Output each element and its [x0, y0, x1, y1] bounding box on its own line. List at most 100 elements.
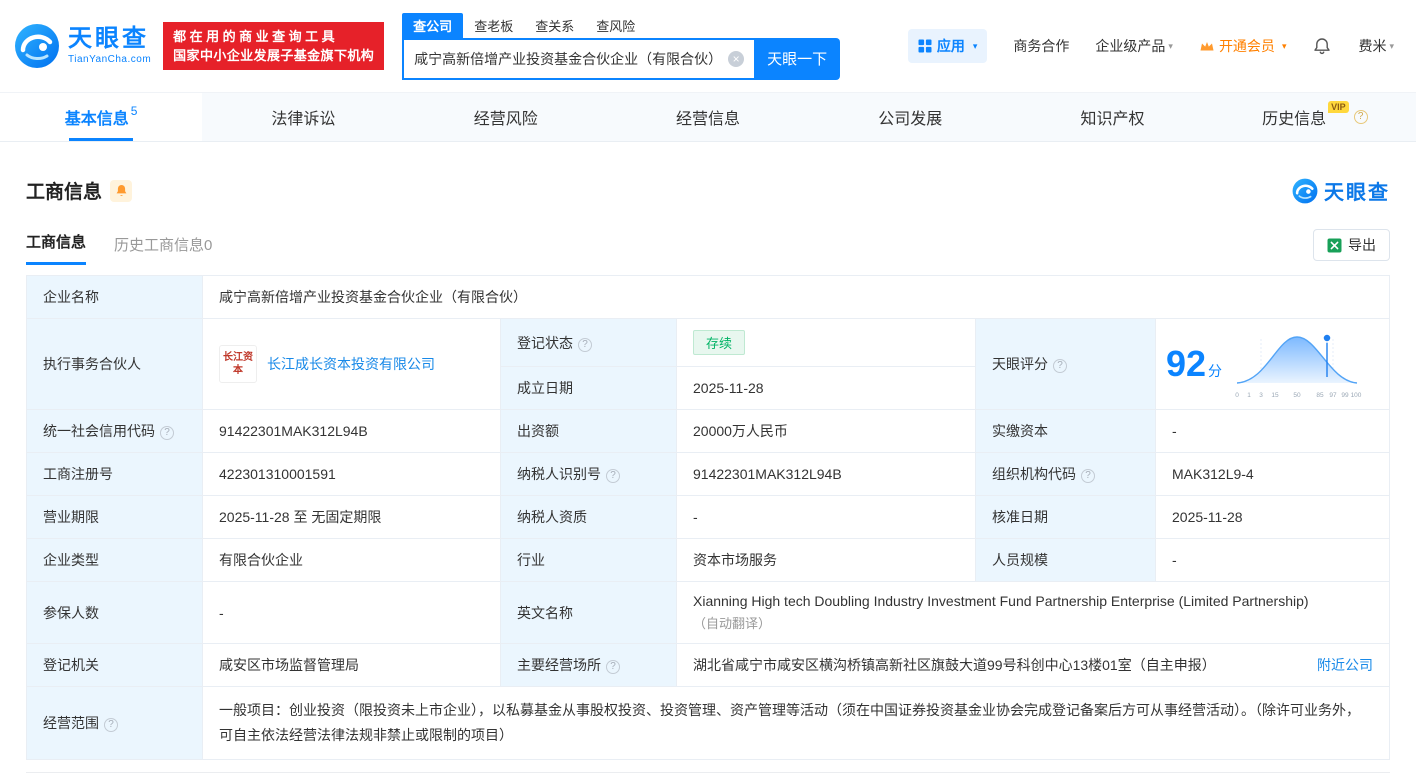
- subtab-history-count: 0: [204, 237, 213, 254]
- tab-operating-risk-label: 经营风险: [473, 111, 538, 128]
- tianyancha-logo[interactable]: 天眼查 TianYanCha.com: [14, 23, 151, 69]
- search-tab-boss[interactable]: 查老板: [463, 13, 524, 38]
- business-scope-text: 一般项目：创业投资（限投资未上市企业），以私募基金从事股权投资、投资管理、资产管…: [219, 702, 1360, 743]
- user-menu[interactable]: 费米 ▾: [1358, 36, 1394, 56]
- enterprise-products-menu[interactable]: 企业级产品 ▾: [1095, 36, 1173, 56]
- help-icon[interactable]: ?: [1353, 110, 1368, 124]
- establish-date-value: 2025-11-28: [676, 366, 976, 410]
- table-row: 工商注册号 422301310001591 纳税人识别号? 91422301MA…: [26, 452, 1390, 496]
- help-icon[interactable]: ?: [1053, 359, 1067, 373]
- tab-company-development[interactable]: 公司发展: [809, 93, 1011, 141]
- approve-date-label: 核准日期: [975, 495, 1156, 539]
- search-tab-company[interactable]: 查公司: [402, 12, 464, 38]
- table-row: 营业期限 2025-11-28 至 无固定期限 纳税人资质 - 核准日期 202…: [26, 495, 1390, 539]
- export-button[interactable]: 导出: [1313, 229, 1390, 261]
- subtab-history-business-info[interactable]: 历史工商信息0: [114, 234, 212, 265]
- tianyancha-logo-icon: [15, 24, 59, 68]
- enterprise-products-label: 企业级产品: [1095, 38, 1166, 54]
- svg-text:1: 1: [1247, 392, 1251, 399]
- subscribe-bell-icon[interactable]: [110, 179, 133, 202]
- search-tabs: 查公司 查老板 查关系 查风险: [402, 12, 840, 38]
- subtab-history-label: 历史工商信息: [114, 237, 205, 254]
- partner-company-link[interactable]: 长江成长资本投资有限公司: [267, 354, 435, 374]
- staff-size-label: 人员规模: [975, 538, 1156, 582]
- partner-label: 执行事务合伙人: [26, 318, 203, 410]
- nearby-companies-link[interactable]: 附近公司: [1317, 655, 1373, 675]
- address-label: 主要经营场所?: [500, 643, 677, 687]
- clear-icon[interactable]: ×: [728, 50, 745, 67]
- score-value: 92 分 0 1 3 15 50 85 97 99 100: [1155, 318, 1390, 410]
- auto-translate-note: （自动翻译）: [693, 616, 772, 631]
- svg-text:3: 3: [1259, 392, 1263, 399]
- search-input[interactable]: [402, 37, 755, 80]
- company-name-value: 咸宁高新倍增产业投资基金合伙企业（有限合伙）: [202, 275, 1390, 319]
- crown-icon: [1200, 42, 1214, 51]
- tianyancha-watermark: 天眼查: [1292, 176, 1390, 205]
- score-number: 92 分: [1166, 343, 1223, 384]
- industry-value: 资本市场服务: [676, 538, 976, 582]
- help-icon[interactable]: ?: [1081, 469, 1095, 483]
- search-tab-relation[interactable]: 查关系: [524, 13, 585, 38]
- tab-basic-info[interactable]: 基本信息 5: [0, 93, 203, 141]
- subtab-business-info[interactable]: 工商信息: [26, 231, 87, 265]
- vip-upgrade-link[interactable]: 开通会员 ▾: [1199, 36, 1286, 56]
- uscc-value: 91422301MAK312L94B: [202, 409, 501, 453]
- tab-operating-risk[interactable]: 经营风险: [405, 93, 607, 141]
- watermark-text: 天眼查: [1324, 182, 1390, 204]
- user-name: 费米: [1358, 38, 1387, 54]
- address-text: 湖北省咸宁市咸安区横沟桥镇高新社区旗鼓大道99号科创中心13楼01室（自主申报）: [693, 657, 1216, 673]
- english-name-text: Xianning High tech Doubling Industry Inv…: [693, 593, 1309, 609]
- tab-operating-info-label: 经营信息: [675, 111, 740, 128]
- tab-legal-litigation-label: 法律诉讼: [271, 111, 336, 128]
- english-name-label: 英文名称: [500, 581, 677, 644]
- export-label: 导出: [1348, 237, 1376, 253]
- tab-company-development-label: 公司发展: [878, 111, 943, 128]
- company-name-label: 企业名称: [26, 275, 203, 319]
- taxqual-value: -: [676, 495, 976, 539]
- help-icon[interactable]: ?: [606, 660, 620, 674]
- tab-operating-info[interactable]: 经营信息: [607, 93, 809, 141]
- chevron-down-icon: ▾: [1168, 40, 1173, 51]
- apps-menu[interactable]: 应用 ▾: [907, 29, 988, 63]
- subtab-row: 工商信息 历史工商信息0 导出: [26, 229, 1390, 265]
- notification-bell-icon[interactable]: [1312, 36, 1332, 56]
- svg-text:15: 15: [1271, 392, 1279, 399]
- tab-intellectual-property[interactable]: 知识产权: [1011, 93, 1213, 141]
- help-icon[interactable]: ?: [578, 337, 592, 352]
- establish-date-label: 成立日期: [500, 366, 677, 410]
- main-nav: 基本信息 5 法律诉讼 经营风险 经营信息 公司发展 知识产权 历史信息 VIP…: [0, 92, 1416, 142]
- help-icon[interactable]: ?: [606, 469, 620, 483]
- business-scope-label: 经营范围?: [26, 686, 203, 760]
- tab-legal-litigation[interactable]: 法律诉讼: [202, 93, 404, 141]
- svg-text:0: 0: [1235, 392, 1239, 399]
- authority-label: 登记机关: [26, 643, 203, 687]
- paid-capital-label: 实缴资本: [975, 409, 1156, 453]
- tab-history-info-label: 历史信息: [1262, 111, 1327, 128]
- logo-brand: 天眼查: [68, 25, 149, 52]
- regno-label: 工商注册号: [26, 452, 203, 496]
- paid-capital-value: -: [1155, 409, 1390, 453]
- vip-badge: VIP: [1328, 101, 1349, 113]
- score-label: 天眼评分?: [975, 318, 1156, 410]
- approve-date-value: 2025-11-28: [1155, 495, 1390, 539]
- tab-history-info[interactable]: 历史信息 VIP ?: [1214, 93, 1416, 141]
- bottom-divider: [26, 772, 1390, 780]
- excel-icon: [1327, 238, 1342, 252]
- help-icon[interactable]: ?: [160, 426, 174, 440]
- taxqual-label: 纳税人资质: [500, 495, 677, 539]
- taxno-label: 纳税人识别号?: [500, 452, 677, 496]
- company-type-label: 企业类型: [26, 538, 203, 582]
- search-button[interactable]: 天眼一下: [754, 37, 841, 80]
- help-icon[interactable]: ?: [104, 718, 118, 732]
- search-tab-risk[interactable]: 查风险: [585, 13, 646, 38]
- page-title: 工商信息: [26, 182, 103, 203]
- partner-logo: 长江资本: [219, 345, 257, 383]
- business-cooperation-link[interactable]: 商务合作: [1013, 36, 1069, 56]
- tab-intellectual-property-label: 知识产权: [1080, 111, 1145, 128]
- table-row: 统一社会信用代码? 91422301MAK312L94B 出资额 20000万人…: [26, 409, 1390, 453]
- term-label: 营业期限: [26, 495, 203, 539]
- slogan-line-1: 都在用的商业查询工具: [173, 29, 339, 44]
- search-area: 查公司 查老板 查关系 查风险 × 天眼一下: [402, 12, 841, 80]
- reg-status-label: 登记状态?: [500, 318, 677, 367]
- insured-value: -: [202, 581, 501, 644]
